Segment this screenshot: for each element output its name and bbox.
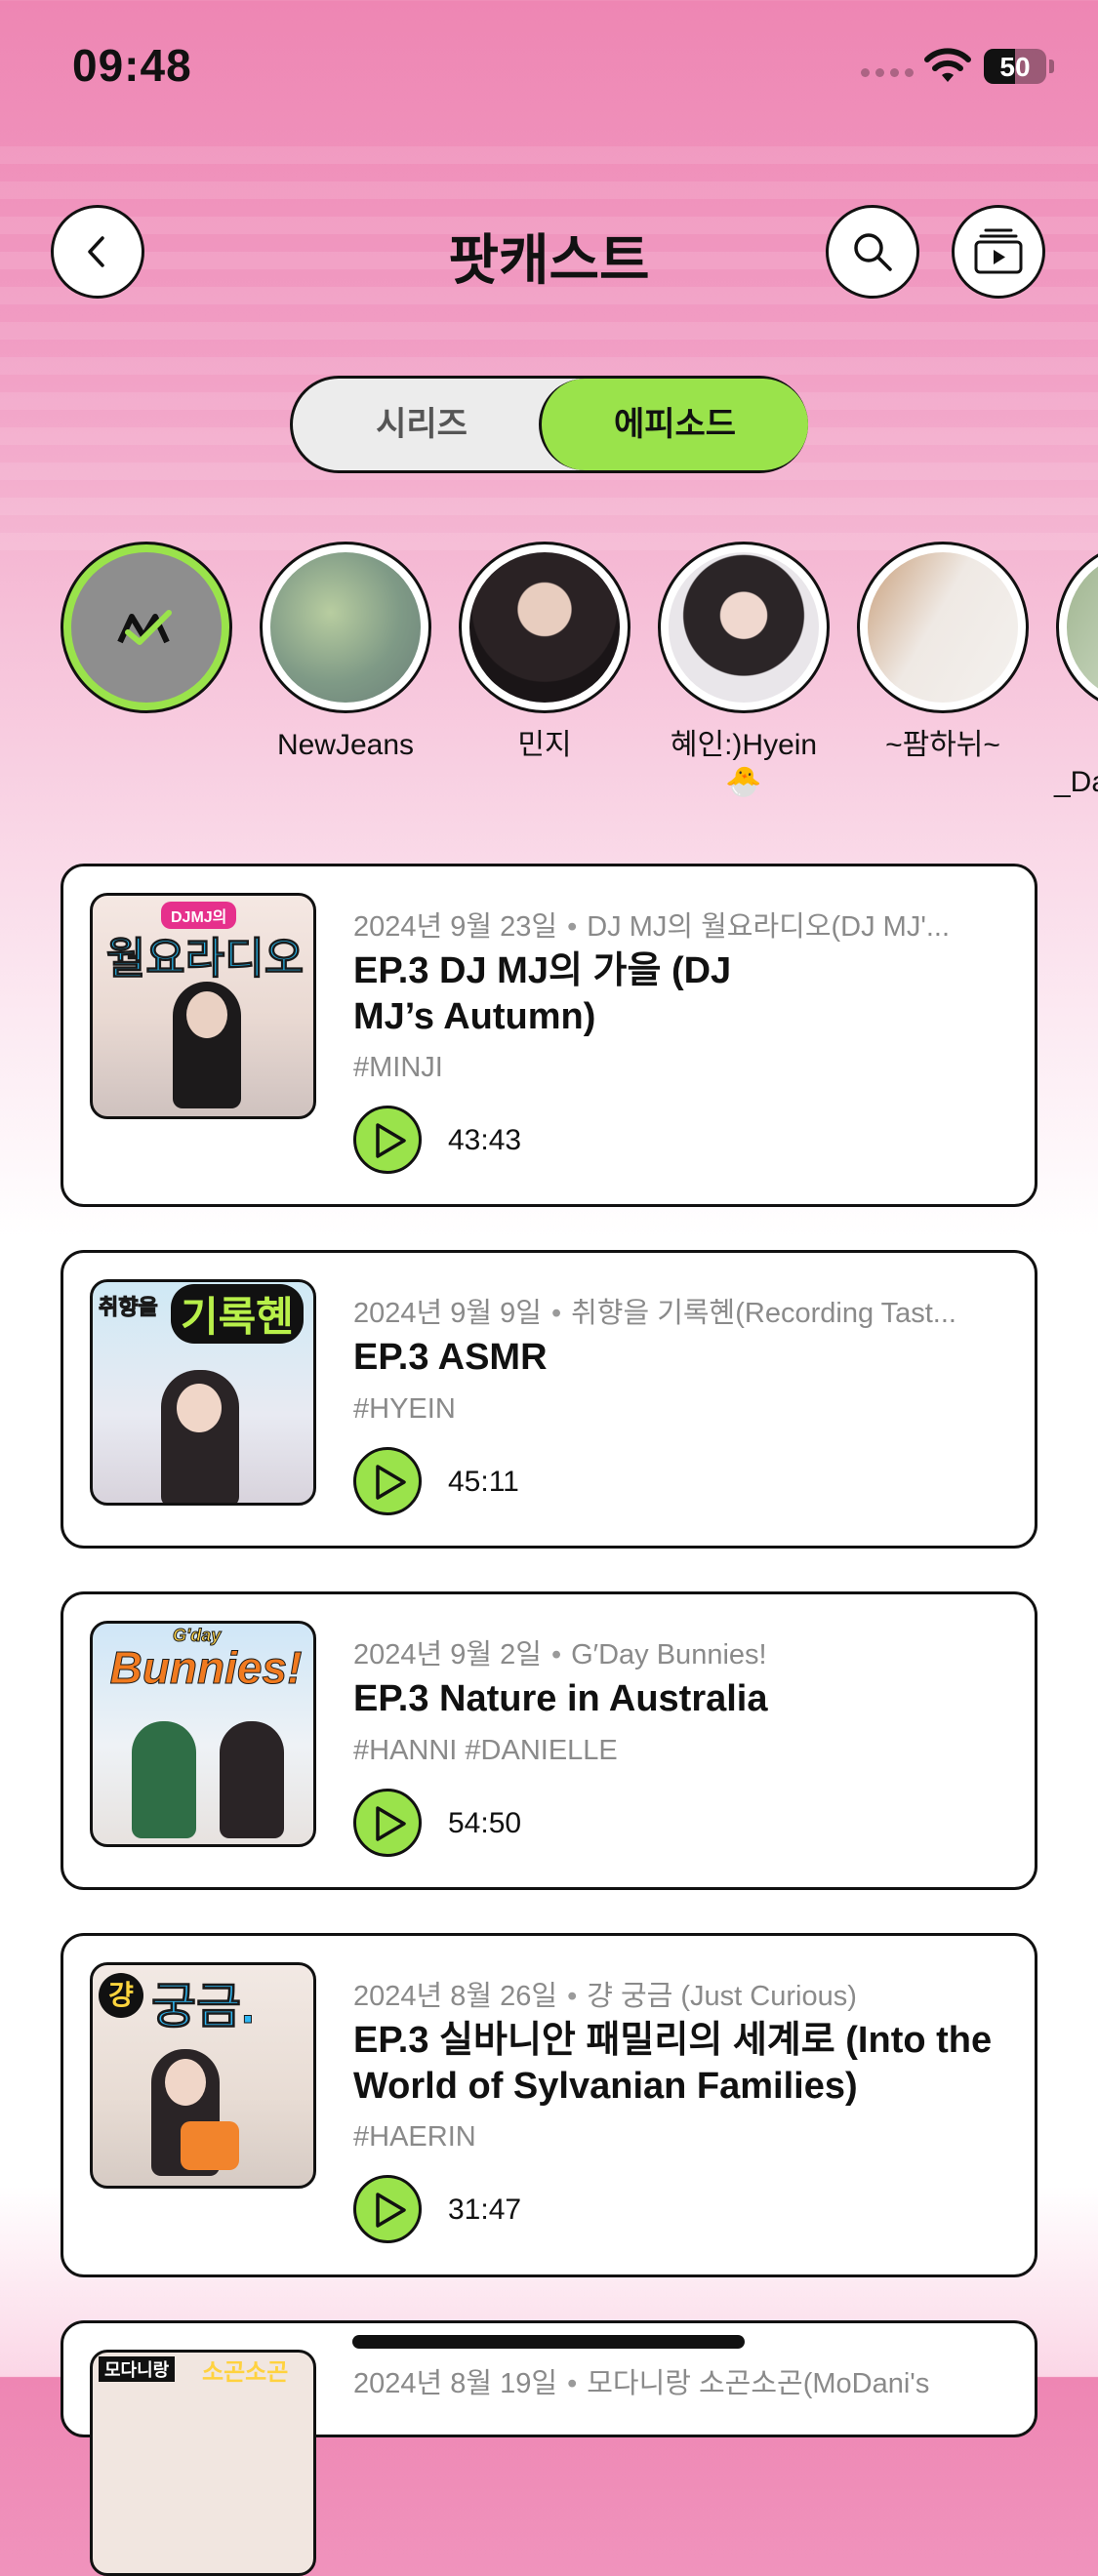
play-icon bbox=[376, 1123, 406, 1158]
episode-series: 취향을 기록혠(Recording Tast... bbox=[571, 1298, 956, 1329]
thumbnail-badge: 모다니랑 bbox=[99, 2356, 176, 2382]
thumbnail-title: Bunnies! bbox=[109, 1642, 303, 1694]
play-icon bbox=[376, 1465, 406, 1500]
cellular-signal-icon bbox=[861, 68, 914, 77]
thumbnail-face bbox=[177, 1384, 222, 1432]
thumbnail-title: 월요라디오 bbox=[105, 935, 305, 984]
avatar bbox=[857, 542, 1029, 713]
page-title: 팟캐스트 bbox=[448, 229, 650, 291]
thumbnail-title: 기록혠 bbox=[171, 1284, 304, 1344]
episode-thumbnail: G'day Bunnies! bbox=[90, 1621, 316, 1847]
search-icon bbox=[854, 233, 892, 271]
tab-episodes[interactable]: 에피소드 bbox=[539, 379, 808, 470]
home-indicator[interactable] bbox=[352, 2335, 745, 2349]
avatar bbox=[459, 542, 630, 713]
episode-meta: 2024년 8월 26일 • 걍 궁금 (Just Curious) bbox=[353, 1981, 857, 2012]
episode-date: 2024년 9월 23일 bbox=[353, 911, 558, 943]
play-button[interactable] bbox=[353, 2175, 422, 2243]
app-logo-icon bbox=[71, 552, 222, 703]
episode-series: G′Day Bunnies! bbox=[571, 1639, 767, 1670]
episode-title: EP.3 실바니안 패밀리의 세계로 (Into the World of Sy… bbox=[353, 2020, 993, 2107]
thumbnail-badge: 걍 bbox=[99, 1973, 143, 2018]
thumbnail-prop bbox=[181, 2121, 239, 2170]
episode-tags: #HYEIN bbox=[353, 1393, 456, 1425]
episode-date: 2024년 9월 2일 bbox=[353, 1639, 542, 1670]
episode-tags: #HANNI #DANIELLE bbox=[353, 1735, 618, 1766]
episode-card[interactable]: DJMJ의 월요라디오 2024년 9월 23일 • DJ MJ의 월요라디오(DJ… bbox=[61, 864, 1037, 1207]
battery-percent: 50 bbox=[999, 52, 1031, 82]
story-label: 민지 bbox=[517, 729, 572, 761]
avatar-image bbox=[469, 552, 620, 703]
play-icon bbox=[376, 2193, 406, 2228]
episode-title: EP.3 DJ MJ의 가을 (DJ MJ’s Autumn) bbox=[353, 950, 732, 1037]
episode-card[interactable]: 걍 궁금. 2024년 8월 26일 • 걍 궁금 (Just Curious) E… bbox=[61, 1933, 1037, 2277]
tab-series[interactable]: 시리즈 bbox=[293, 379, 550, 470]
thumbnail-title: 궁금. bbox=[151, 1979, 256, 2034]
playlist-icon bbox=[974, 228, 1023, 274]
episode-tags: #HAERIN bbox=[353, 2121, 476, 2153]
episode-thumbnail: DJMJ의 월요라디오 bbox=[90, 893, 316, 1119]
episode-meta: 2024년 9월 9일 • 취향을 기록혠(Recording Tast... bbox=[353, 1298, 956, 1329]
episode-thumbnail: 취향을 기록혠 bbox=[90, 1279, 316, 1506]
wifi-icon bbox=[924, 48, 971, 82]
episode-series: 걍 궁금 (Just Curious) bbox=[587, 1981, 857, 2012]
episode-date: 2024년 8월 19일 bbox=[353, 2368, 558, 2399]
avatar bbox=[61, 542, 232, 713]
episode-meta: 2024년 9월 2일 • G′Day Bunnies! bbox=[353, 1639, 767, 1670]
thumbnail-title: 소곤소곤 bbox=[202, 2359, 289, 2386]
episode-date: 2024년 8월 26일 bbox=[353, 1981, 558, 2012]
status-bar: 09:48 50 bbox=[0, 0, 1098, 117]
artist-filter-minji[interactable]: 민지 bbox=[457, 542, 632, 764]
header-stripes bbox=[0, 146, 1098, 556]
episode-series: DJ MJ의 월요라디오(DJ MJ'... bbox=[587, 911, 951, 943]
story-label: ~팜하뉘~ bbox=[885, 729, 1000, 761]
episode-tags: #MINJI bbox=[353, 1052, 443, 1083]
artist-filter-hyein[interactable]: 혜인:)Hyein 🐣 bbox=[656, 542, 832, 801]
battery-icon: 50 bbox=[984, 49, 1046, 84]
episode-thumbnail: 모다니랑 소곤소곤 bbox=[90, 2350, 316, 2576]
artist-filter-all[interactable] bbox=[59, 542, 234, 727]
play-button[interactable] bbox=[353, 1447, 422, 1515]
episode-date: 2024년 9월 9일 bbox=[353, 1298, 542, 1329]
segmented-control: 시리즈 에피소드 bbox=[290, 376, 808, 473]
battery-cap bbox=[1049, 60, 1054, 73]
episode-title: EP.3 ASMR bbox=[353, 1337, 548, 1378]
episode-thumbnail: 걍 궁금. bbox=[90, 1962, 316, 2189]
avatar-image bbox=[669, 552, 819, 703]
thumbnail-person bbox=[220, 1721, 284, 1838]
avatar-image bbox=[868, 552, 1018, 703]
thumbnail-badge: 취향을 bbox=[99, 1295, 159, 1320]
avatar bbox=[1056, 542, 1098, 713]
episode-duration: 43:43 bbox=[448, 1124, 522, 1156]
avatar bbox=[658, 542, 830, 713]
artist-filter-row: NewJeans 민지 혜인:)Hyein🐣 ~팜하뉘~ _Da bbox=[0, 542, 1098, 815]
episode-duration: 45:11 bbox=[448, 1466, 519, 1498]
thumbnail-person bbox=[132, 1721, 196, 1838]
play-icon bbox=[376, 1806, 406, 1841]
play-button[interactable] bbox=[353, 1789, 422, 1857]
episode-meta: 2024년 9월 23일 • DJ MJ의 월요라디오(DJ MJ'... bbox=[353, 911, 951, 943]
episode-duration: 31:47 bbox=[448, 2194, 522, 2226]
episode-card[interactable]: 취향을 기록혠 2024년 9월 9일 • 취향을 기록혠(Recording Ta… bbox=[61, 1250, 1037, 1549]
episode-series: 모다니랑 소곤소곤(MoDani's bbox=[587, 2368, 930, 2399]
avatar bbox=[260, 542, 431, 713]
story-label: _Da bbox=[1054, 766, 1098, 798]
playlist-button[interactable] bbox=[952, 205, 1045, 299]
episode-card[interactable]: G'day Bunnies! 2024년 9월 2일 • G′Day Bunnies… bbox=[61, 1591, 1037, 1890]
episode-duration: 54:50 bbox=[448, 1807, 522, 1839]
episode-meta: 2024년 8월 19일 • 모다니랑 소곤소곤(MoDani's bbox=[353, 2368, 930, 2399]
artist-filter-hanni[interactable]: ~팜하뉘~ bbox=[855, 542, 1031, 764]
story-label: NewJeans bbox=[276, 729, 415, 761]
status-time: 09:48 bbox=[72, 40, 192, 91]
episode-title: EP.3 Nature in Australia bbox=[353, 1678, 768, 1719]
avatar-image bbox=[270, 552, 421, 703]
artist-filter-newjeans[interactable]: NewJeans bbox=[258, 542, 433, 764]
search-button[interactable] bbox=[826, 205, 919, 299]
story-label: 혜인:)Hyein 🐣 bbox=[670, 729, 818, 798]
avatar-image bbox=[1067, 552, 1098, 703]
thumbnail-face bbox=[165, 2059, 206, 2106]
thumbnail-face bbox=[186, 991, 227, 1038]
artist-filter-danielle[interactable]: _Da bbox=[1054, 542, 1098, 801]
play-button[interactable] bbox=[353, 1106, 422, 1174]
